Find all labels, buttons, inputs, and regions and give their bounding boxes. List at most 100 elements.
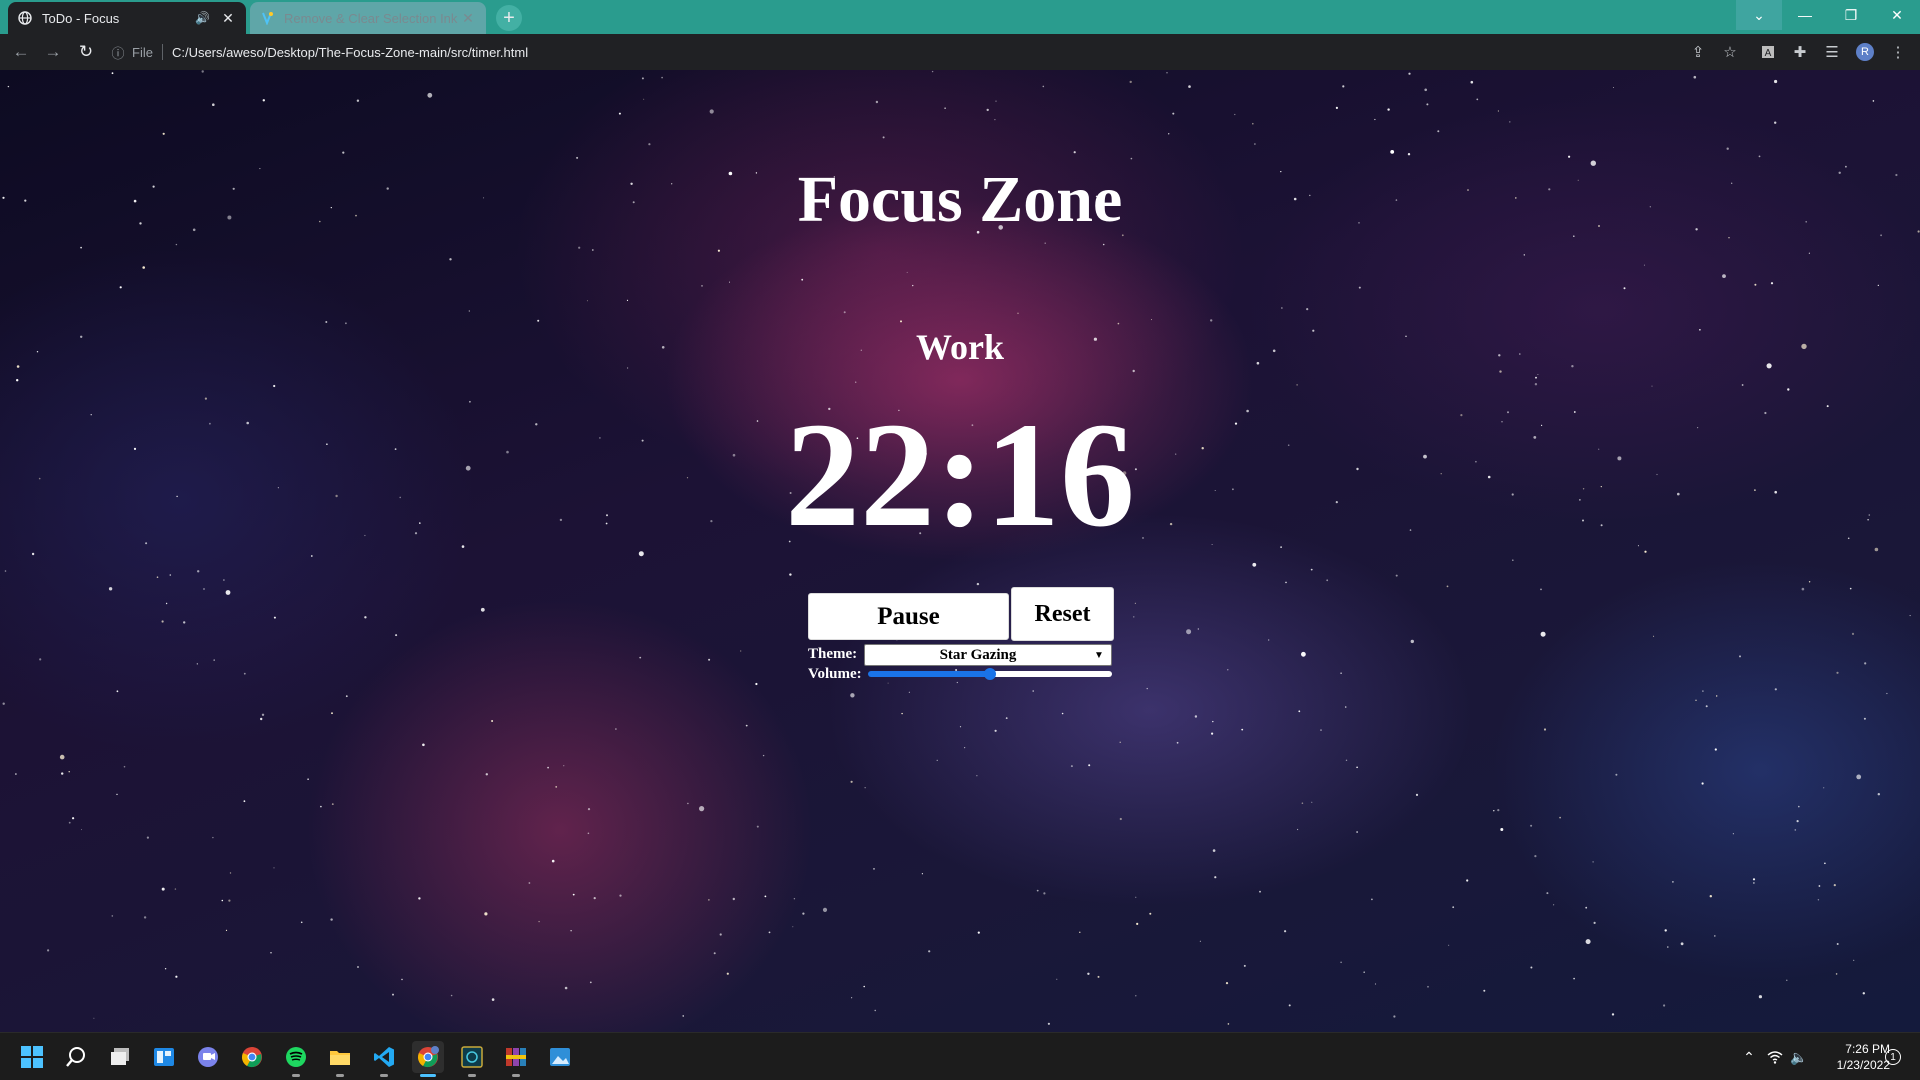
star	[161, 620, 164, 623]
theme-select[interactable]: Star Gazing ▼	[864, 644, 1112, 666]
star	[1824, 862, 1826, 865]
star	[1877, 793, 1881, 796]
star	[1663, 1004, 1666, 1007]
star	[1133, 616, 1135, 618]
star	[756, 825, 759, 828]
profile-avatar[interactable]: R	[1856, 43, 1874, 61]
star	[1741, 384, 1744, 386]
chevron-up-icon[interactable]: ⌃	[1738, 1047, 1760, 1067]
star	[169, 574, 172, 576]
back-arrow-icon[interactable]: ←	[11, 42, 31, 62]
star	[587, 808, 591, 811]
windows-start-icon[interactable]	[16, 1041, 48, 1073]
bookmark-star-icon[interactable]: ☆	[1720, 42, 1740, 62]
extension-icon[interactable]: A	[1758, 42, 1778, 62]
star	[563, 765, 565, 767]
game-icon[interactable]	[456, 1041, 488, 1077]
star	[576, 156, 579, 159]
menu-kebab-icon[interactable]: ⋮	[1888, 42, 1908, 62]
close-tab-icon[interactable]: ✕	[460, 10, 476, 27]
globe-icon	[18, 11, 32, 25]
new-tab-button[interactable]: +	[496, 5, 522, 31]
volume-thumb[interactable]	[984, 668, 996, 680]
star	[1798, 805, 1800, 808]
star	[1497, 809, 1500, 812]
star	[1320, 729, 1322, 731]
wifi-icon[interactable]	[1764, 1047, 1786, 1067]
star	[213, 659, 215, 661]
forward-arrow-icon[interactable]: →	[43, 42, 63, 62]
star	[1716, 695, 1718, 697]
teams-chat-icon[interactable]	[192, 1041, 224, 1073]
close-tab-icon[interactable]: ✕	[220, 10, 236, 27]
notification-badge[interactable]: 1	[1885, 1049, 1901, 1065]
tab-search-chevron-icon[interactable]: ⌄	[1736, 0, 1782, 30]
share-icon[interactable]: ⇪	[1688, 42, 1708, 62]
volume-speaker-icon[interactable]: 🔈	[1788, 1047, 1810, 1067]
star	[944, 107, 946, 109]
star	[1615, 773, 1618, 776]
star	[874, 1009, 876, 1012]
star	[243, 672, 246, 675]
volume-slider[interactable]	[868, 668, 1112, 680]
running-indicator	[512, 1074, 520, 1077]
svg-text:A: A	[1765, 48, 1772, 59]
star	[491, 720, 494, 722]
address-bar[interactable]: ⓘ File C:/Users/aweso/Desktop/The-Focus-…	[110, 38, 1660, 66]
star	[1284, 930, 1287, 933]
tab-strip: ToDo - Focus 🔊 ✕ Remove & Clear Selectio…	[0, 0, 1920, 34]
task-view-icon[interactable]	[104, 1041, 136, 1073]
star	[1340, 672, 1342, 674]
restore-icon[interactable]: ❐	[1828, 0, 1874, 30]
star	[1752, 878, 1756, 881]
search-icon[interactable]	[60, 1041, 92, 1073]
file-explorer-icon[interactable]	[324, 1041, 356, 1077]
reload-icon[interactable]: ↻	[76, 42, 96, 62]
star	[792, 926, 794, 928]
star	[1340, 961, 1342, 964]
star	[1241, 728, 1244, 731]
star	[1770, 282, 1774, 285]
puzzle-extensions-icon[interactable]: ✚	[1790, 42, 1810, 62]
chrome-profile-icon[interactable]	[412, 1041, 444, 1077]
star	[1817, 899, 1820, 901]
star	[648, 143, 651, 146]
widgets-icon[interactable]	[148, 1041, 180, 1073]
pause-button[interactable]: Pause	[808, 593, 1009, 640]
star	[342, 151, 345, 154]
star	[16, 379, 19, 382]
star	[1296, 384, 1298, 386]
star	[708, 658, 711, 661]
photos-icon[interactable]	[544, 1041, 576, 1073]
star	[1227, 1023, 1230, 1025]
info-icon[interactable]: ⓘ	[110, 43, 126, 62]
star	[1585, 906, 1588, 909]
close-window-icon[interactable]: ✕	[1874, 0, 1920, 30]
star	[956, 681, 958, 684]
star	[345, 695, 348, 698]
star	[1005, 717, 1008, 719]
minimize-icon[interactable]: —	[1782, 0, 1828, 30]
star	[1358, 286, 1361, 289]
star	[356, 99, 360, 102]
reading-list-icon[interactable]: ☰	[1822, 42, 1842, 62]
chrome-icon[interactable]	[236, 1041, 268, 1073]
speaker-icon[interactable]: 🔊	[195, 11, 210, 25]
star	[1864, 662, 1867, 665]
star	[1534, 383, 1538, 386]
tab-todo-focus[interactable]: ToDo - Focus 🔊 ✕	[8, 2, 246, 34]
star	[1753, 882, 1755, 884]
star	[1537, 374, 1539, 375]
star	[1056, 978, 1058, 980]
tab-remove-clear-selection[interactable]: Remove & Clear Selection Ink Bo ✕	[250, 2, 486, 34]
star	[593, 897, 596, 900]
running-indicator	[380, 1074, 388, 1077]
system-clock[interactable]: 7:26 PM 1/23/2022	[1818, 1041, 1890, 1073]
winrar-icon[interactable]	[500, 1041, 532, 1077]
star	[587, 832, 590, 835]
reset-button[interactable]: Reset	[1011, 587, 1114, 641]
star	[875, 100, 879, 104]
vscode-icon[interactable]	[368, 1041, 400, 1077]
spotify-icon[interactable]	[280, 1041, 312, 1077]
scheme-label: File	[132, 44, 153, 60]
